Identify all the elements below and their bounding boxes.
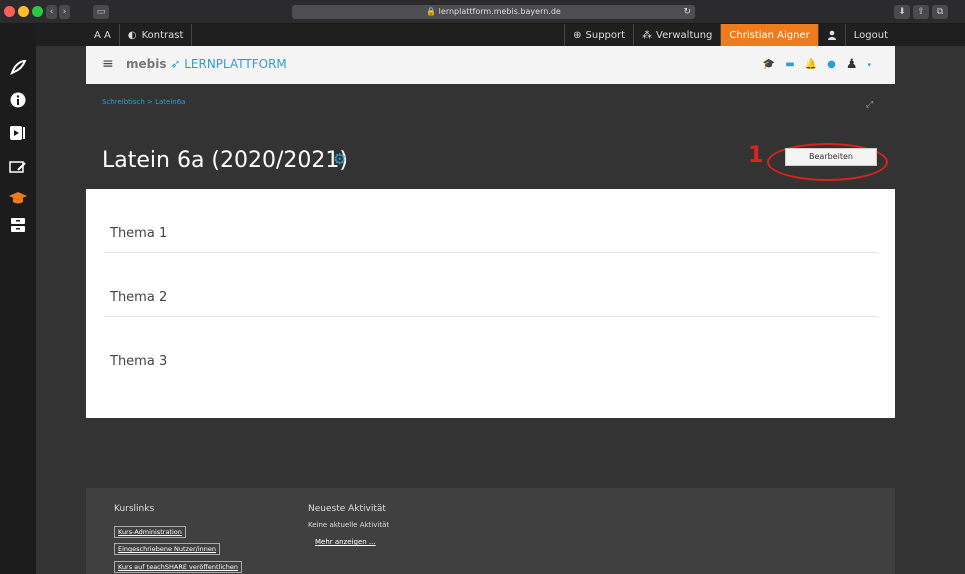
left-sidebar [0, 24, 36, 574]
hamburger-menu-icon[interactable]: ≡ [102, 56, 114, 72]
logo-subtitle: LERNPLATTFORM [184, 57, 287, 71]
turn-editing-on-button[interactable]: Bearbeiten einschalten [785, 148, 877, 177]
minimize-window-button[interactable] [18, 6, 29, 17]
close-window-button[interactable] [4, 6, 15, 17]
logo-brand: mebis [126, 57, 167, 71]
sitemap-icon: ⁂ [642, 29, 653, 41]
courses-graduation-cap-icon[interactable] [0, 190, 36, 210]
gear-icon[interactable]: ⚙ [333, 150, 346, 168]
logout-link[interactable]: Logout [844, 24, 896, 46]
download-icon[interactable]: ⬇ [894, 5, 910, 19]
contrast-icon: ◐ [127, 29, 137, 41]
media-icon[interactable] [0, 125, 36, 146]
course-links-title: Kurslinks [114, 504, 155, 514]
course-admin-link[interactable]: Kurs-Administration [114, 526, 186, 538]
browser-titlebar: ‹ › ▭ 🔒 lernplattform.mebis.bayern.de ↻ … [0, 0, 965, 24]
font-size-label: A A [94, 29, 111, 41]
maximize-window-button[interactable] [32, 6, 43, 17]
mebis-logo[interactable]: mebis ➶ LERNPLATTFORM [126, 57, 287, 71]
font-size-control[interactable]: A A [86, 24, 120, 46]
tabs-icon[interactable]: ⧉ [932, 5, 948, 19]
archive-icon[interactable] [0, 217, 36, 238]
main-navbar: ≡ mebis ➶ LERNPLATTFORM 🎓 ▬ 🔔 ● ♟ ▾ [86, 46, 895, 84]
topic-section[interactable]: Thema 3 [104, 317, 877, 381]
enrolled-users-link[interactable]: Eingeschriebene Nutzer/innen [114, 543, 220, 555]
chevron-down-icon[interactable]: ▾ [867, 61, 871, 69]
courses-icon[interactable]: 🎓 [763, 59, 775, 70]
topic-title: Thema 3 [110, 354, 168, 369]
forward-icon[interactable]: › [59, 5, 70, 19]
page-title: Latein 6a (2020/2021) [102, 148, 348, 173]
administration-label: Verwaltung [656, 29, 713, 41]
administration-link[interactable]: ⁂ Verwaltung [633, 24, 720, 46]
sidebar-toggle-icon[interactable]: ▭ [93, 5, 109, 19]
breadcrumb[interactable]: Schreibtisch > Latein6a [102, 98, 185, 106]
logout-label: Logout [853, 29, 888, 41]
fullscreen-expand-icon[interactable]: ⤢ [866, 100, 873, 110]
share-icon[interactable]: ⇪ [913, 5, 929, 19]
contrast-label: Kontrast [141, 29, 184, 41]
topic-title: Thema 2 [110, 290, 168, 305]
recent-activity-text: Keine aktuelle Aktivität [308, 521, 390, 529]
folder-icon[interactable]: ▬ [785, 59, 794, 70]
topic-title: Thema 1 [110, 226, 168, 241]
user-avatar[interactable]: ♟ [846, 57, 858, 72]
topic-section[interactable]: Thema 1 [104, 189, 877, 253]
topic-section[interactable]: Thema 2 [104, 253, 877, 317]
annotation-number: 1 [748, 143, 764, 168]
logo-leaf-icon: ➶ [170, 57, 181, 71]
messages-icon[interactable]: ● [827, 59, 836, 70]
course-topics-panel: Thema 1 Thema 2 Thema 3 [86, 189, 895, 418]
address-bar[interactable]: 🔒 lernplattform.mebis.bayern.de ↻ [292, 5, 695, 19]
teachshare-publish-link[interactable]: Kurs auf teachSHARE veröffentlichen [114, 561, 242, 573]
user-profile-icon[interactable] [817, 24, 845, 46]
info-icon[interactable] [0, 92, 36, 113]
url-text: lernplattform.mebis.bayern.de [438, 7, 561, 16]
support-label: Support [585, 29, 626, 41]
recent-activity-title: Neueste Aktivität [308, 504, 386, 514]
contrast-toggle[interactable]: ◐ Kontrast [120, 24, 193, 46]
mebis-logo-icon[interactable] [0, 58, 36, 81]
notifications-bell-icon[interactable]: 🔔 [805, 59, 817, 70]
course-footer: Kurslinks Kurs-Administration Eingeschri… [86, 488, 895, 574]
back-icon[interactable]: ‹ [46, 5, 57, 19]
top-utility-bar: A A ◐ Kontrast ⊕ Support ⁂ Verwaltung Ch… [36, 24, 965, 46]
user-name: Christian Aigner [729, 29, 810, 41]
user-menu[interactable]: Christian Aigner [720, 24, 818, 46]
support-link[interactable]: ⊕ Support [564, 24, 633, 46]
show-more-link[interactable]: Mehr anzeigen ... [315, 538, 376, 546]
lock-icon: 🔒 [426, 7, 437, 16]
reload-icon[interactable]: ↻ [683, 5, 691, 19]
whiteboard-icon[interactable] [0, 159, 36, 179]
lifebuoy-icon: ⊕ [573, 29, 582, 41]
